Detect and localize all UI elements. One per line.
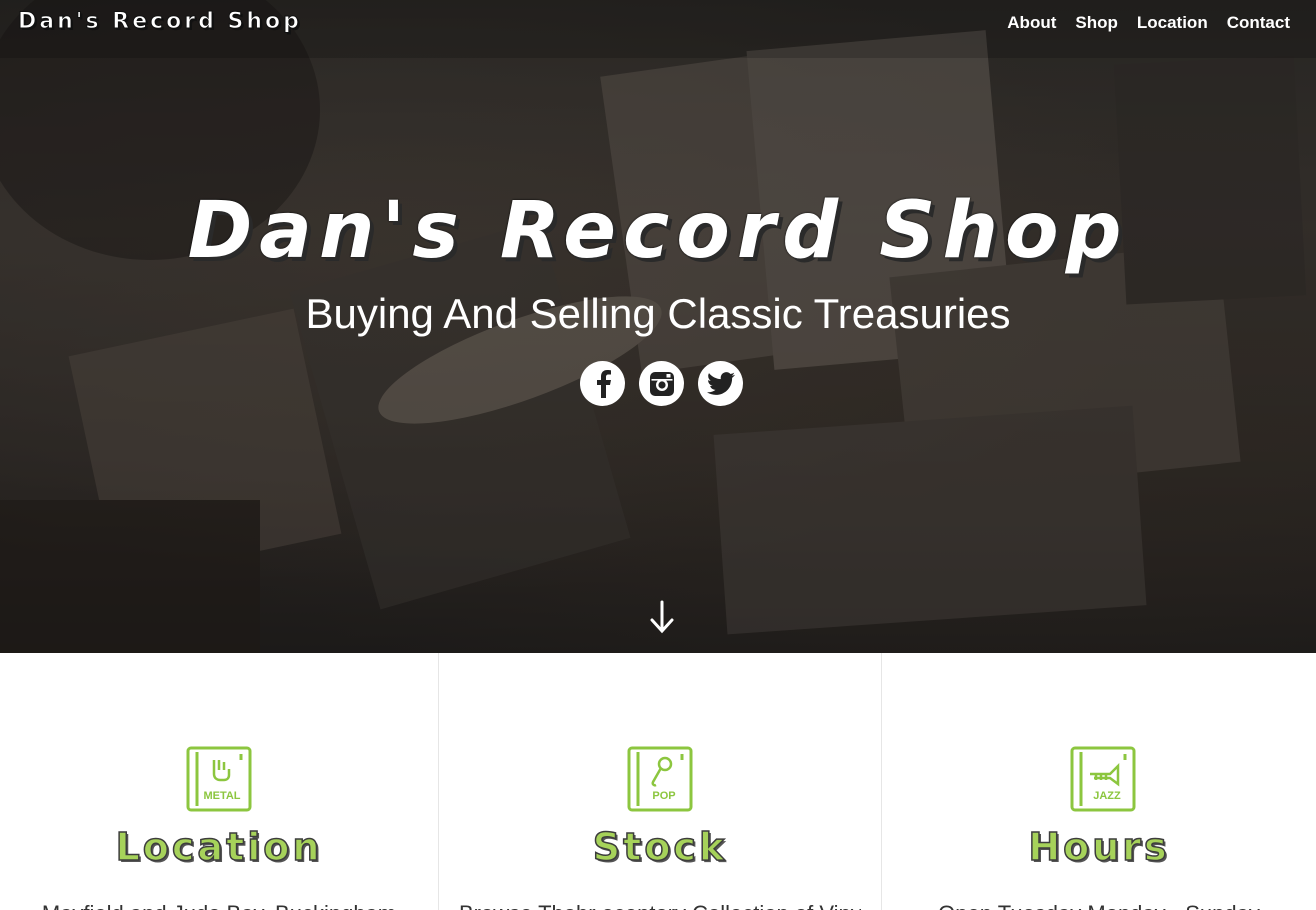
scroll-down-icon[interactable] [648,600,676,638]
hero-subtitle: Buying And Selling Classic Treasuries [305,290,1011,337]
feature-title: Location [115,824,323,870]
feature-title: Stock [592,824,728,870]
main-nav: About Shop Location Contact [1007,13,1290,33]
feature-text: Mayfield and Judo Bay, Buckingham [20,901,418,910]
instagram-icon[interactable] [639,361,684,406]
nav-contact[interactable]: Contact [1227,13,1290,33]
feature-text: Browse Thobr ecentory Collection of Viny… [459,901,861,910]
hero-title: Dan's Record Shop [187,186,1129,276]
feature-hours: JAZZ Hours Open Tuesday Monday - Sunday [882,653,1316,910]
site-logo[interactable]: Dan's Record Shop [18,9,302,35]
feature-location: METAL Location Mayfield and Judo Bay, Bu… [0,653,439,910]
site-header: Dan's Record Shop About Shop Location Co… [0,0,1316,58]
nav-about[interactable]: About [1007,13,1056,33]
feature-stock: POP Stock Browse Thobr ecentory Collecti… [439,653,882,910]
twitter-icon[interactable] [698,361,743,406]
metal-record-icon: METAL [186,746,252,812]
pop-record-icon: POP [627,746,693,812]
social-links [580,361,743,406]
svg-text:JAZZ: JAZZ [1093,790,1121,802]
feature-text: Open Tuesday Monday - Sunday [902,901,1296,910]
nav-location[interactable]: Location [1137,13,1208,33]
facebook-icon[interactable] [580,361,625,406]
jazz-record-icon: JAZZ [1070,746,1136,812]
feature-title: Hours [1028,824,1170,870]
nav-shop[interactable]: Shop [1075,13,1118,33]
svg-text:METAL: METAL [203,790,240,802]
features-section: METAL Location Mayfield and Judo Bay, Bu… [0,653,1316,910]
svg-text:POP: POP [652,790,675,802]
